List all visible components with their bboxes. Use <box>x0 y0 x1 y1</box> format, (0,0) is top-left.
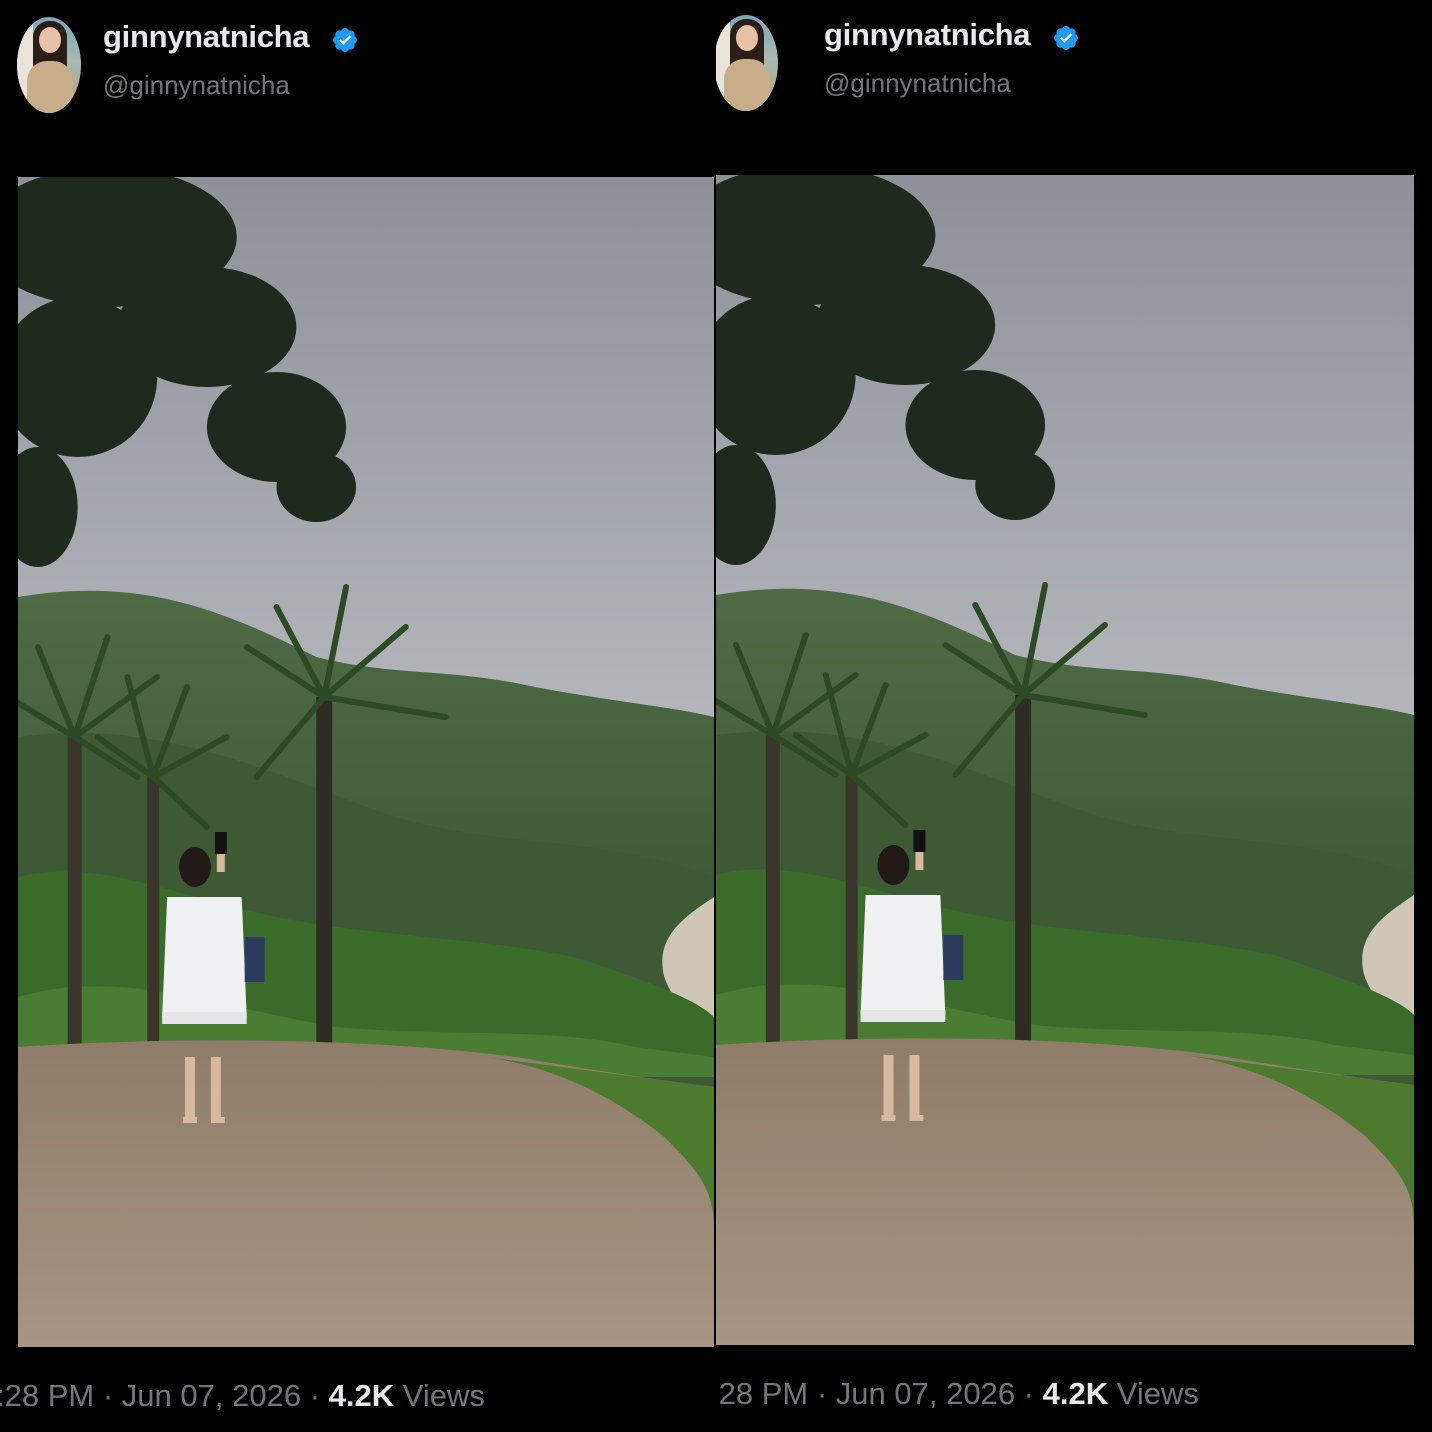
views-label: Views <box>1116 1376 1199 1411</box>
post-image <box>716 175 1414 1345</box>
separator-dot: · <box>309 1378 321 1413</box>
display-name[interactable]: ginnynatnicha <box>824 17 1031 53</box>
profile-avatar[interactable] <box>716 15 778 111</box>
user-handle[interactable]: @ginnynatnicha <box>103 70 290 101</box>
verified-badge-icon <box>1054 26 1078 50</box>
views-count[interactable]: 4.2K <box>1043 1376 1108 1411</box>
verified-badge-icon <box>333 28 357 52</box>
separator-dot: · <box>816 1376 828 1411</box>
views-count[interactable]: 4.2K <box>329 1378 394 1413</box>
user-handle[interactable]: @ginnynatnicha <box>824 68 1011 99</box>
post-time[interactable]: :28 PM <box>0 1378 94 1413</box>
separator-dot: · <box>1023 1376 1035 1411</box>
separator-dot: · <box>102 1378 114 1413</box>
profile-avatar[interactable] <box>17 17 81 113</box>
post-metadata: :28 PM · Jun 07, 2026 · 4.2K Views <box>0 1378 485 1418</box>
display-name[interactable]: ginnynatnicha <box>103 19 310 55</box>
post-metadata: :28 PM · Jun 07, 2026 · 4.2K Views <box>716 1376 1199 1416</box>
post-photo[interactable] <box>18 177 714 1347</box>
post-date[interactable]: Jun 07, 2026 <box>122 1378 301 1413</box>
post-photo[interactable] <box>716 175 1414 1345</box>
views-label: Views <box>402 1378 485 1413</box>
post-time[interactable]: :28 PM <box>716 1376 808 1411</box>
post-image <box>18 177 714 1347</box>
post-date[interactable]: Jun 07, 2026 <box>836 1376 1015 1411</box>
post-right: ginnynatnicha @ginnynatnicha :28 PM · Ju… <box>716 0 1432 1432</box>
post-left: ginnynatnicha @ginnynatnicha :28 PM · Ju… <box>0 0 716 1432</box>
